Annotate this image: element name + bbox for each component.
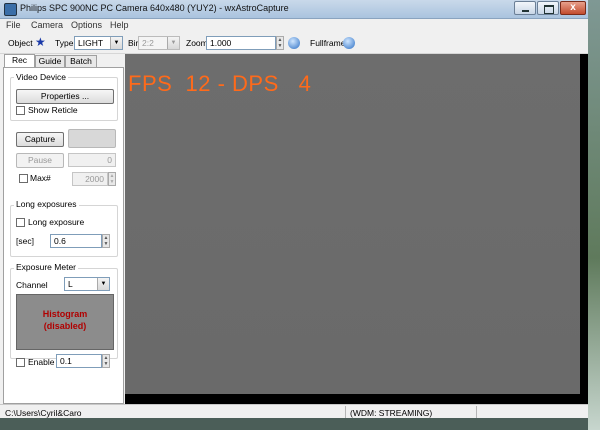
- video-device-label: Video Device: [14, 72, 68, 82]
- bin-select[interactable]: 2:2 ▼: [138, 36, 180, 50]
- menu-camera[interactable]: Camera: [31, 20, 63, 30]
- channel-select[interactable]: L ▼: [64, 277, 110, 291]
- type-value: LIGHT: [78, 38, 104, 48]
- app-window: Philips SPC 900NC PC Camera 640x480 (YUY…: [0, 0, 588, 430]
- pause-button[interactable]: Pause: [16, 153, 64, 168]
- fps-overlay: FPS 12 - DPS 4: [128, 71, 312, 96]
- status-bar: C:\Users\Cyril&Caro (WDM: STREAMING): [0, 404, 588, 419]
- max-spinner[interactable]: ▲ ▼: [108, 172, 116, 186]
- tab-rec[interactable]: Rec: [4, 54, 35, 67]
- type-label: Type: [55, 38, 74, 48]
- channel-value: L: [68, 279, 73, 289]
- long-exposure-label: Long exposure: [28, 217, 85, 227]
- window-title: Philips SPC 900NC PC Camera 640x480 (YUY…: [20, 3, 289, 13]
- status-separator: [345, 406, 346, 418]
- properties-button[interactable]: Properties ...: [16, 89, 114, 104]
- maximize-button[interactable]: [537, 1, 559, 15]
- chevron-down-icon: ▼: [110, 37, 122, 49]
- capture-button[interactable]: Capture: [16, 132, 64, 147]
- pause-count: 0: [68, 153, 116, 167]
- tab-batch[interactable]: Batch: [65, 55, 97, 67]
- camera-app-icon: [4, 3, 17, 16]
- histogram-panel: Histogram (disabled): [16, 294, 114, 350]
- camera-viewer[interactable]: FPS 12 - DPS 4: [125, 54, 588, 404]
- max-checkbox[interactable]: [19, 174, 28, 183]
- menu-bar: File Camera Options Help: [0, 19, 588, 32]
- enable-label: Enable: [28, 357, 55, 367]
- chevron-down-icon: ▼: [97, 278, 109, 290]
- panel-tabs: Rec Guide Batch: [3, 54, 124, 67]
- chevron-down-icon: ▼: [167, 37, 179, 49]
- maximize-icon: [544, 5, 554, 14]
- object-star-icon[interactable]: ★: [35, 35, 46, 49]
- channel-label: Channel: [16, 280, 48, 290]
- status-separator: [476, 406, 477, 418]
- histogram-title: Histogram: [42, 309, 88, 319]
- desktop-background: [588, 0, 600, 430]
- taskbar-strip: [0, 418, 588, 430]
- zoom-input[interactable]: 1.000: [206, 36, 276, 50]
- enable-value-spinner[interactable]: ▲ ▼: [102, 354, 110, 368]
- tab-guide[interactable]: Guide: [35, 55, 65, 67]
- enable-value-input[interactable]: 0.1: [56, 354, 102, 368]
- toolbar: Object ★ Type LIGHT ▼ Bin 2:2 ▼ Zoom 1.0…: [0, 33, 588, 54]
- histogram-status: (disabled): [43, 321, 87, 331]
- bin-value: 2:2: [142, 38, 154, 48]
- exposure-seconds-input[interactable]: 0.6: [50, 234, 102, 248]
- zoom-reset-icon[interactable]: [288, 37, 300, 49]
- sec-label: [sec]: [16, 236, 34, 246]
- exposure-seconds-spinner[interactable]: ▲ ▼: [102, 234, 110, 248]
- title-bar: Philips SPC 900NC PC Camera 640x480 (YUY…: [0, 0, 588, 19]
- close-icon: x: [570, 2, 576, 13]
- long-exposure-checkbox[interactable]: [16, 218, 25, 227]
- type-select[interactable]: LIGHT ▼: [74, 36, 123, 50]
- minimize-button[interactable]: [514, 1, 536, 15]
- minimize-icon: [522, 10, 529, 12]
- rec-tab-panel: Video Device Properties ... Show Reticle…: [3, 67, 124, 404]
- long-exposures-label: Long exposures: [14, 199, 79, 209]
- exposure-meter-label: Exposure Meter: [14, 262, 78, 272]
- zoom-spinner[interactable]: ▲ ▼: [276, 36, 284, 50]
- show-reticle-checkbox[interactable]: [16, 106, 25, 115]
- max-input[interactable]: 2000: [72, 172, 108, 186]
- left-panel: Rec Guide Batch Video Device Properties …: [3, 54, 124, 404]
- fullframe-icon[interactable]: [343, 37, 355, 49]
- long-exposures-group: [10, 205, 118, 257]
- zoom-label: Zoom: [186, 38, 208, 48]
- camera-frame: FPS 12 - DPS 4: [125, 54, 580, 394]
- menu-options[interactable]: Options: [71, 20, 102, 30]
- capture-progress-bar: [68, 129, 116, 148]
- object-label: Object: [8, 38, 33, 48]
- menu-file[interactable]: File: [6, 20, 21, 30]
- max-label: Max#: [30, 173, 51, 183]
- enable-checkbox[interactable]: [16, 358, 25, 367]
- show-reticle-label: Show Reticle: [28, 105, 78, 115]
- close-button[interactable]: x: [560, 1, 586, 15]
- fullframe-label: Fullframe: [310, 38, 346, 48]
- menu-help[interactable]: Help: [110, 20, 129, 30]
